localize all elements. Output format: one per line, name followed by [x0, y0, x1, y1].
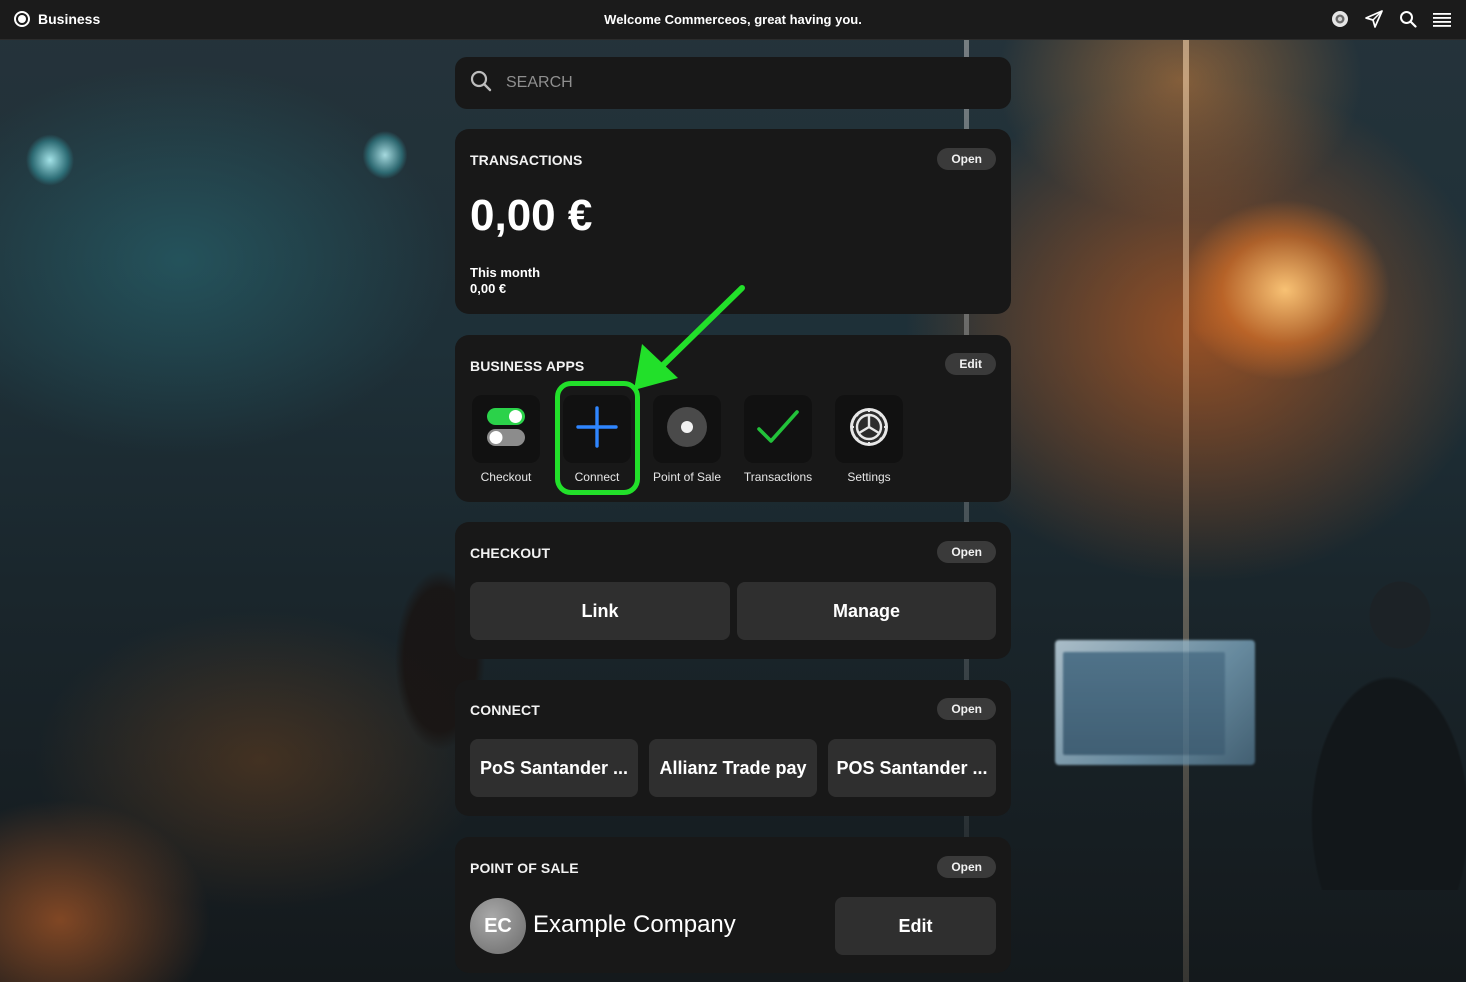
toggle-icon: [486, 407, 526, 452]
card-title: BUSINESS APPS: [470, 358, 585, 374]
point-of-sale-card: POINT OF SALE Open EC Example Company Ed…: [455, 837, 1011, 973]
app-label: Point of Sale: [652, 470, 722, 484]
background-decoration: [1055, 640, 1255, 765]
app-label: Transactions: [743, 470, 813, 484]
connect-open-button[interactable]: Open: [937, 698, 996, 720]
card-title: TRANSACTIONS: [470, 152, 583, 168]
checkout-open-button[interactable]: Open: [937, 541, 996, 563]
search-bar: [455, 57, 1011, 109]
connect-integration-button[interactable]: POS Santander ...: [828, 739, 996, 797]
top-icons: [1330, 9, 1452, 29]
app-checkout[interactable]: Checkout: [465, 395, 547, 484]
point-of-sale-open-button[interactable]: Open: [937, 856, 996, 878]
card-title: CHECKOUT: [470, 545, 551, 561]
profile-icon[interactable]: [1330, 9, 1350, 29]
avatar: EC: [470, 898, 526, 954]
app-label: Settings: [847, 470, 891, 484]
transactions-amount: 0,00 €: [470, 191, 593, 240]
app-transactions[interactable]: Transactions: [737, 395, 819, 484]
this-month-value: 0,00 €: [470, 281, 507, 296]
card-title: POINT OF SALE: [470, 860, 579, 876]
menu-icon[interactable]: [1432, 9, 1452, 29]
connect-card: CONNECT Open PoS Santander ... Allianz T…: [455, 680, 1011, 816]
connect-integration-button[interactable]: PoS Santander ...: [470, 739, 638, 797]
app-tile: [653, 395, 721, 463]
checkout-manage-button[interactable]: Manage: [737, 582, 996, 640]
point-of-sale-edit-button[interactable]: Edit: [835, 897, 996, 955]
card-title: CONNECT: [470, 702, 540, 718]
app-label: Checkout: [480, 470, 532, 484]
transactions-open-button[interactable]: Open: [937, 148, 996, 170]
search-icon: [470, 70, 492, 97]
check-icon: [756, 407, 800, 452]
app-tile: [472, 395, 540, 463]
app-settings[interactable]: Settings: [828, 395, 910, 484]
app-tile: [835, 395, 903, 463]
highlight-box: [555, 381, 640, 495]
search-icon[interactable]: [1398, 9, 1418, 29]
checkout-link-button[interactable]: Link: [470, 582, 730, 640]
business-apps-edit-button[interactable]: Edit: [945, 353, 996, 375]
background-decoration: [1300, 560, 1466, 890]
connect-integration-button[interactable]: Allianz Trade pay: [649, 739, 817, 797]
app-point-of-sale[interactable]: Point of Sale: [646, 395, 728, 484]
gear-icon: [848, 406, 890, 453]
background-decoration: [1183, 40, 1189, 982]
search-input[interactable]: [506, 74, 966, 92]
annotation-arrow-icon: [634, 285, 745, 390]
app-tile: [744, 395, 812, 463]
this-month-label: This month: [470, 265, 541, 280]
welcome-message: Welcome Commerceos, great having you.: [604, 12, 862, 27]
pos-dot-icon: [666, 406, 708, 453]
company-name: Example Company: [533, 911, 736, 938]
send-icon[interactable]: [1364, 9, 1384, 29]
top-bar: Business Welcome Commerceos, great havin…: [0, 0, 1466, 40]
checkout-card: CHECKOUT Open Link Manage: [455, 522, 1011, 659]
